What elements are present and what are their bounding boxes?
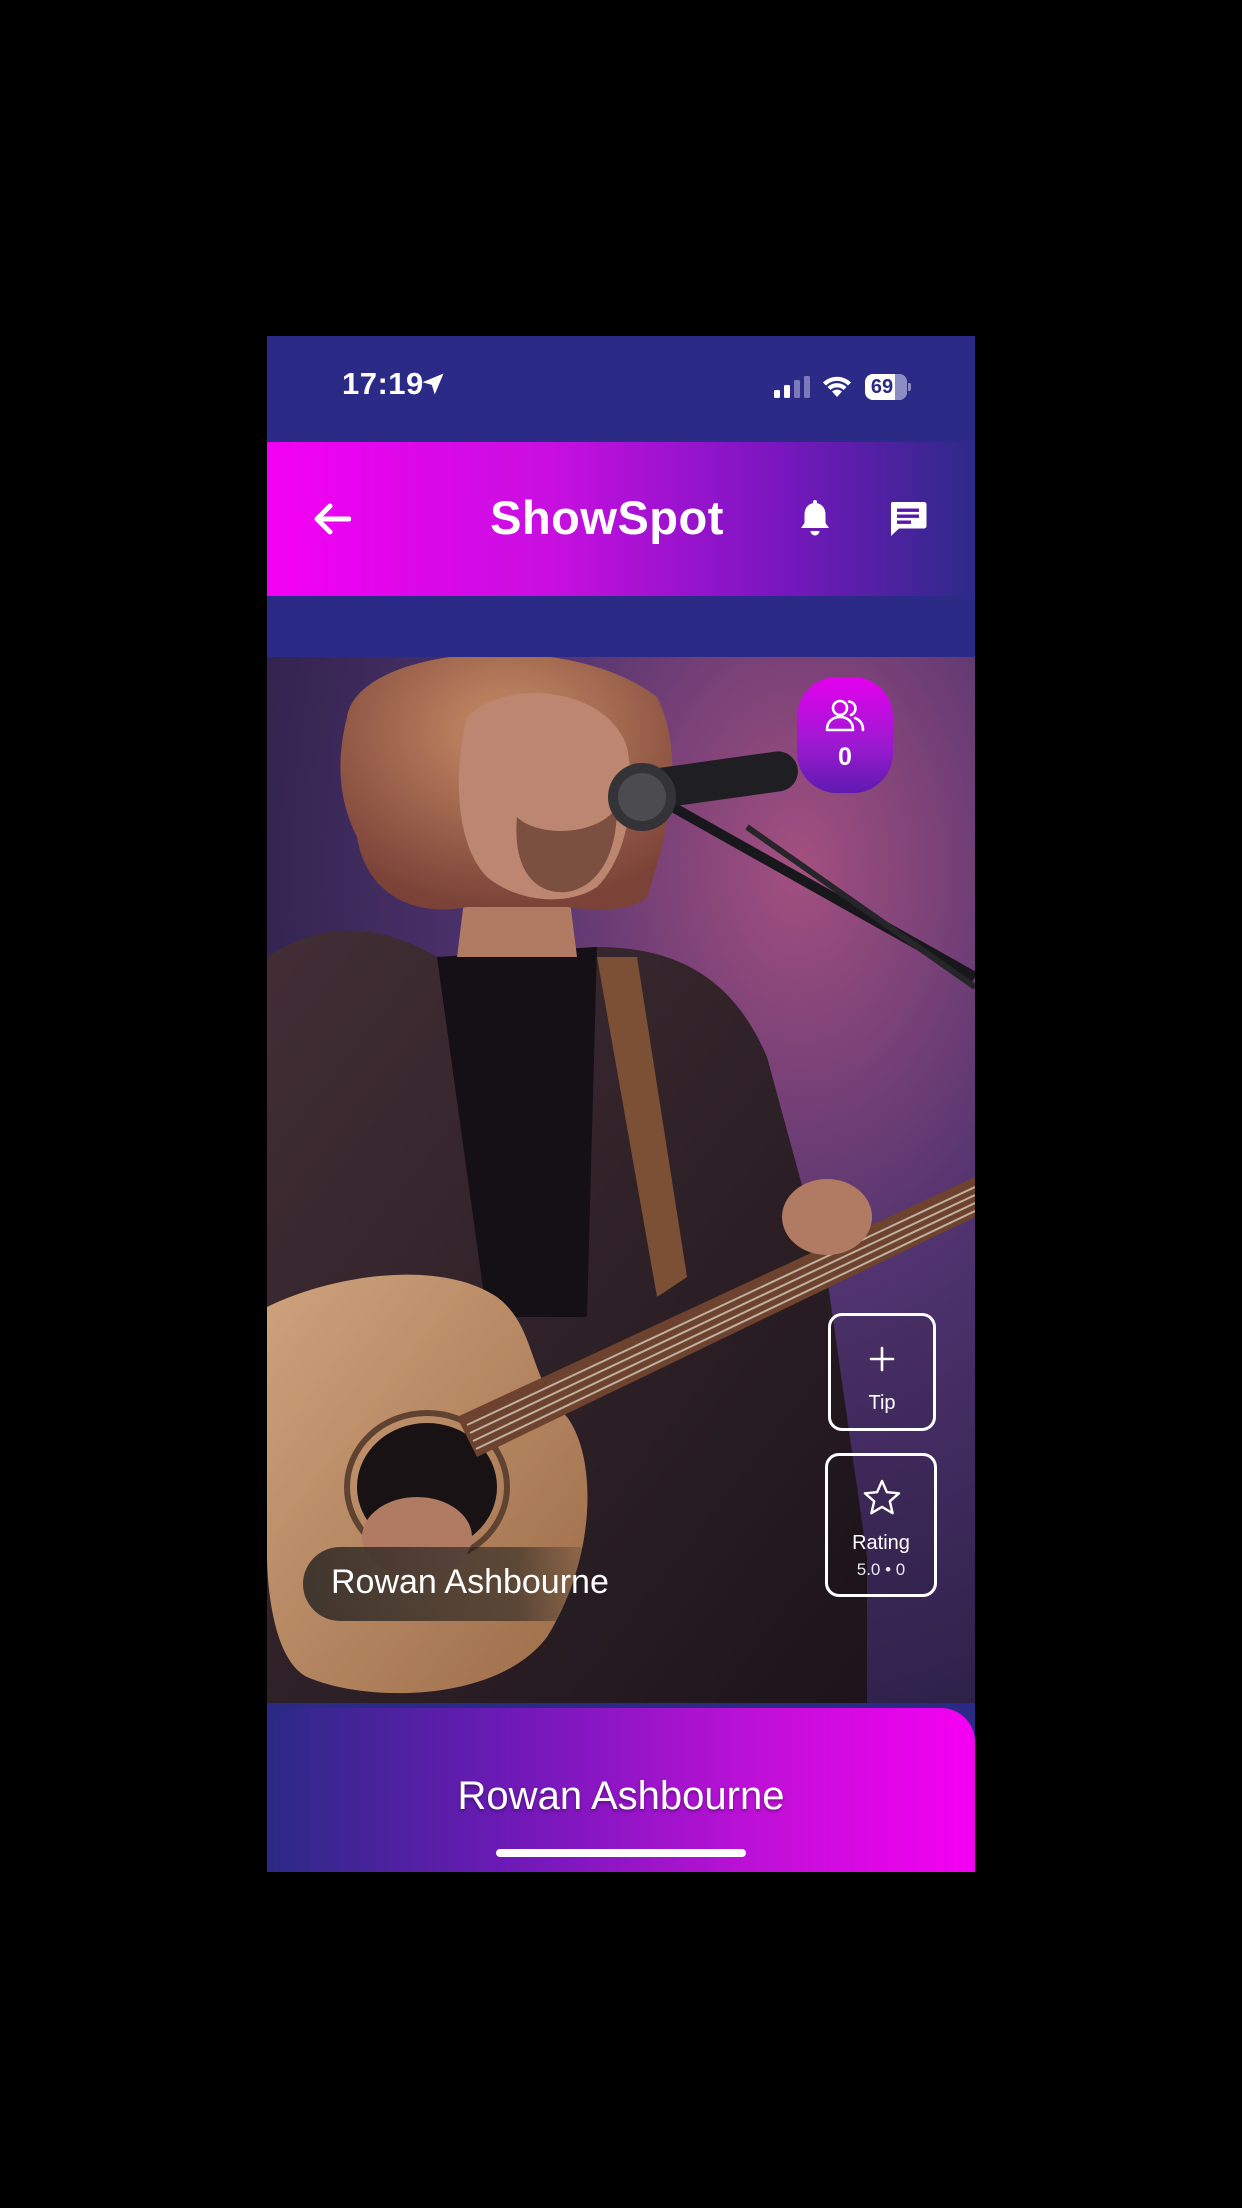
back-button[interactable] xyxy=(307,494,357,544)
users-icon xyxy=(825,699,865,732)
cellular-signal-icon xyxy=(774,376,810,398)
messages-button[interactable] xyxy=(885,496,931,542)
battery-level: 69 xyxy=(870,376,894,398)
location-arrow-icon xyxy=(422,373,444,395)
rating-detail: 5.0 • 0 xyxy=(856,1560,906,1579)
plus-icon xyxy=(869,1346,895,1372)
chat-icon xyxy=(890,502,927,536)
status-bar: 17:19 69 xyxy=(267,336,975,442)
tip-button[interactable]: Tip xyxy=(828,1313,936,1431)
bottom-sheet[interactable]: Rowan Ashbourne xyxy=(267,1708,975,1872)
tip-label: Tip xyxy=(868,1392,896,1414)
status-time: 17:19 xyxy=(342,366,424,401)
performer-stream[interactable]: 0 Tip Rating 5.0 • 0 Rowan Ashbourne xyxy=(267,657,975,1703)
bottom-sheet-title: Rowan Ashbourne xyxy=(457,1774,785,1818)
viewers-count: 0 xyxy=(838,743,852,771)
app-screen: 17:19 69 ShowSpot 0 Tip Rating 5.0 • 0 R… xyxy=(267,336,975,1872)
rating-button[interactable]: Rating 5.0 • 0 xyxy=(825,1453,937,1597)
bell-icon xyxy=(801,500,829,536)
viewers-badge[interactable]: 0 xyxy=(797,677,893,793)
performer-name: Rowan Ashbourne xyxy=(331,1563,609,1601)
arrow-left-icon xyxy=(314,503,351,535)
home-indicator[interactable] xyxy=(496,1849,746,1857)
star-icon xyxy=(863,1479,901,1515)
rating-label: Rating xyxy=(852,1532,910,1554)
wifi-icon xyxy=(823,376,851,397)
app-header: ShowSpot xyxy=(267,442,975,596)
app-title: ShowSpot xyxy=(490,491,724,544)
battery-indicator: 69 xyxy=(865,374,911,400)
notifications-button[interactable] xyxy=(792,496,838,542)
